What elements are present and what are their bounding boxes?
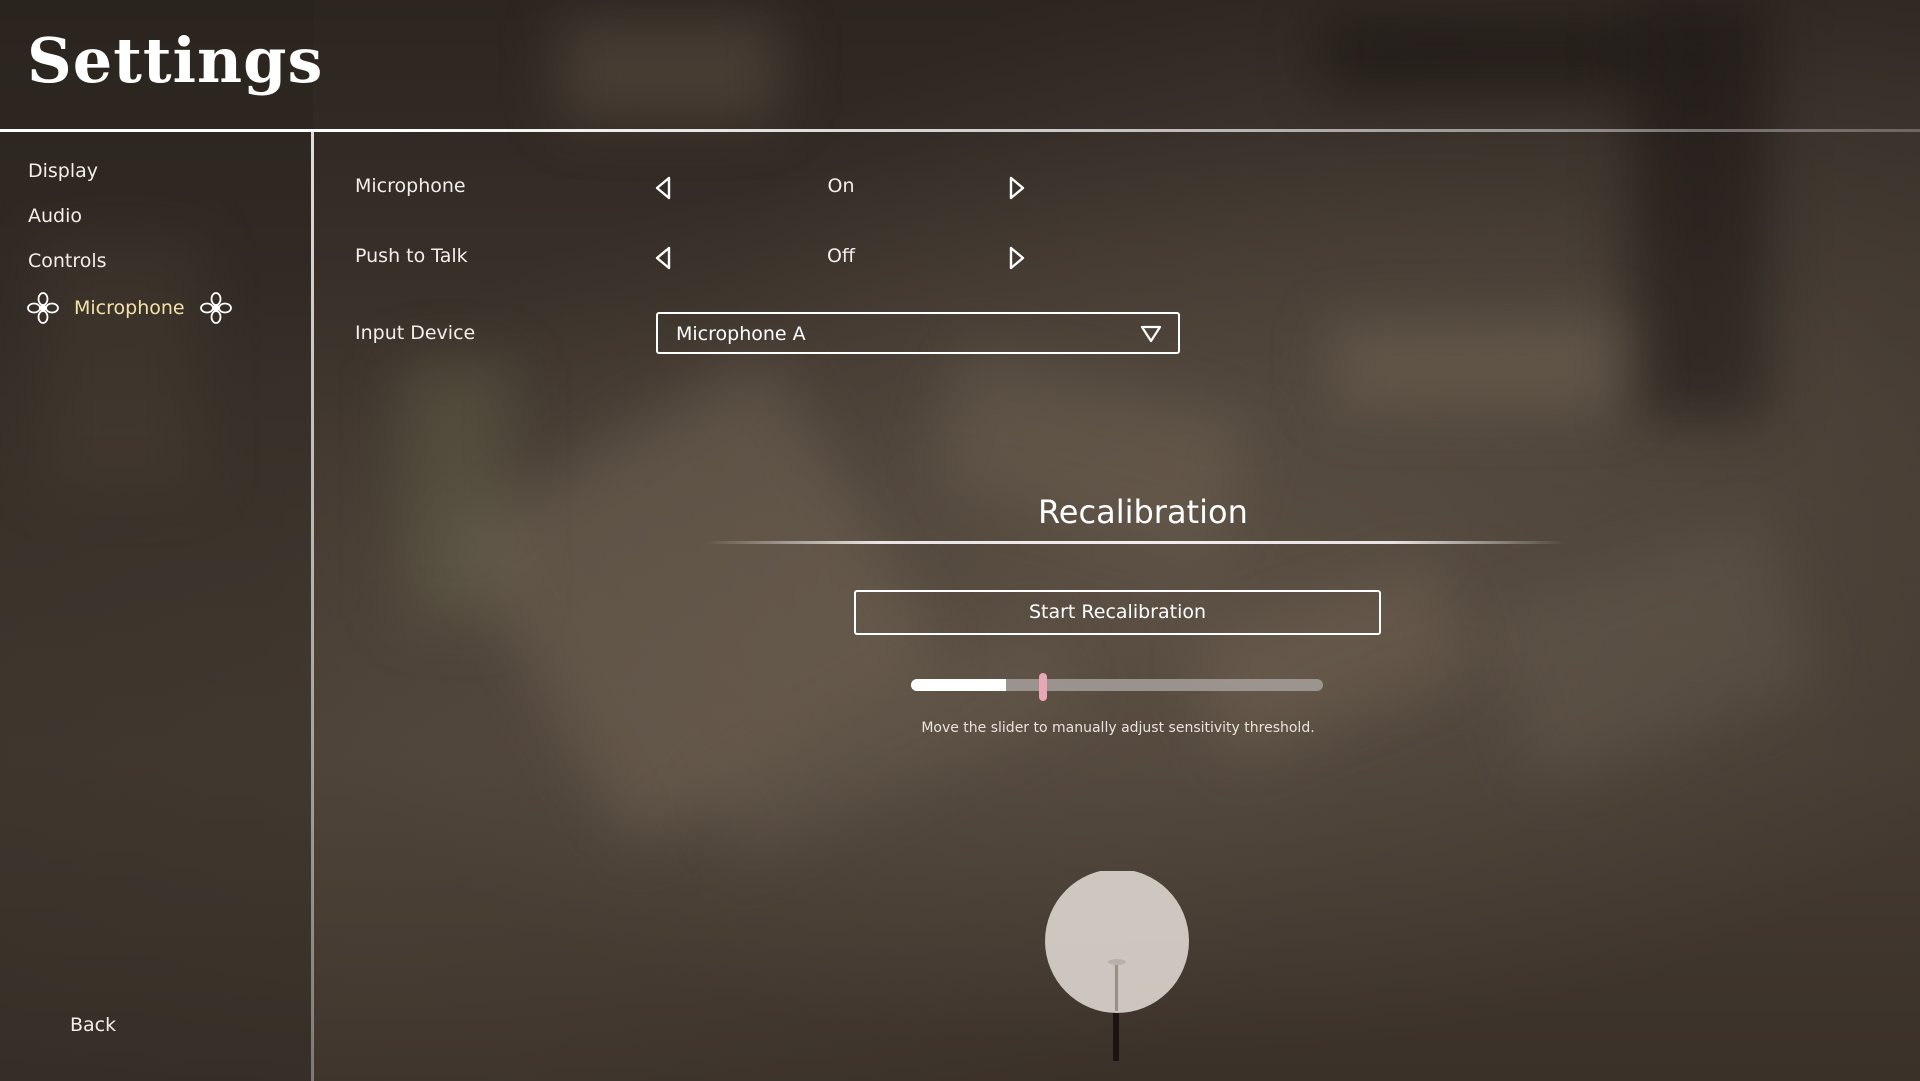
push-to-talk-value: Off [826, 245, 856, 267]
page-title: Settings [27, 24, 324, 97]
sidebar-item-label: Microphone [74, 297, 185, 319]
slider-hint: Move the slider to manually adjust sensi… [921, 720, 1315, 736]
microphone-icon [1045, 871, 1189, 1061]
input-device-dropdown[interactable]: Microphone A [656, 312, 1180, 354]
back-button[interactable]: Back [70, 1014, 116, 1036]
sensitivity-slider[interactable] [911, 673, 1323, 701]
microphone-setting-label: Microphone [355, 175, 466, 197]
triangle-right-icon[interactable] [1006, 175, 1028, 201]
sidebar-item-audio[interactable]: Audio [28, 205, 82, 227]
input-device-label: Input Device [355, 322, 476, 344]
start-recalibration-button[interactable]: Start Recalibration [854, 590, 1381, 635]
game-settings-screen: Settings Display Audio Controls Micropho… [0, 0, 1920, 1081]
input-device-value: Microphone A [676, 323, 806, 345]
background-blur [1478, 514, 1822, 786]
background-blur [560, 20, 780, 120]
sidebar-item-display[interactable]: Display [28, 160, 98, 182]
triangle-down-icon [1140, 325, 1162, 343]
ornament-icon [27, 292, 59, 324]
triangle-right-icon[interactable] [1006, 245, 1028, 271]
microphone-setting-value: On [827, 175, 855, 197]
recalibration-divider [705, 541, 1565, 544]
background-blur [1330, 320, 1630, 410]
triangle-left-icon[interactable] [652, 175, 674, 201]
ornament-icon [199, 292, 232, 324]
background-blur [1320, 20, 1640, 90]
sidebar-divider [311, 130, 314, 1081]
header-divider [0, 129, 1920, 132]
triangle-left-icon[interactable] [652, 245, 674, 271]
recalibration-heading: Recalibration [1038, 493, 1248, 531]
background-blur [1630, 0, 1770, 420]
sidebar-item-controls[interactable]: Controls [28, 250, 107, 272]
push-to-talk-label: Push to Talk [355, 245, 468, 267]
slider-fill [911, 679, 1006, 691]
slider-thumb[interactable] [1038, 673, 1047, 701]
sidebar-item-microphone[interactable]: Microphone [26, 290, 233, 326]
